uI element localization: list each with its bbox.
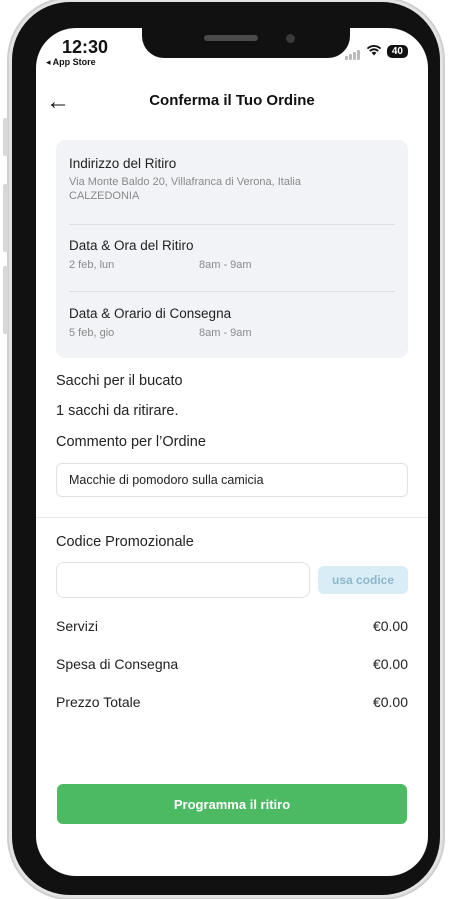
order-info-card: Indirizzo del Ritiro Via Monte Baldo 20,… [56, 140, 408, 358]
top-nav: ← Conferma il Tuo Ordine [36, 88, 428, 124]
bags-count: 1 sacchi da ritirare. [56, 403, 179, 419]
pickup-address-text: Via Monte Baldo 20, Villafranca di Veron… [69, 175, 395, 203]
order-comment-field[interactable]: Macchie di pomodoro sulla camicia [56, 463, 408, 497]
battery-icon: 40 [386, 44, 408, 58]
schedule-pickup-button[interactable]: Programma il ritiro [57, 784, 407, 824]
pickup-time-title: Data & Ora del Ritiro [69, 238, 194, 253]
front-camera [286, 34, 295, 43]
delivery-slot: 8am - 9am [199, 327, 252, 339]
app-screen: 12:30 ◂ App Store 40 ← Conferma il Tuo O… [36, 28, 428, 876]
speaker-grille [204, 35, 258, 41]
summary-label: Servizi [56, 618, 99, 634]
mute-switch [3, 118, 8, 156]
summary-value: €0.00 [372, 618, 408, 634]
device-notch [142, 28, 350, 58]
pickup-address-section: Indirizzo del Ritiro Via Monte Baldo 20,… [69, 156, 395, 203]
signal-icon [344, 42, 361, 60]
summary-value: €0.00 [372, 656, 408, 672]
page-title: Conferma il Tuo Ordine [149, 92, 315, 109]
apply-promo-button[interactable]: usa codice [318, 566, 408, 594]
status-time: 12:30 [62, 37, 109, 57]
delivery-time-section: Data & Orario di Consegna 5 feb, gio 8am… [69, 306, 395, 339]
summary-label: Spesa di Consegna [56, 656, 179, 672]
delivery-time-title: Data & Orario di Consegna [69, 306, 232, 321]
status-icons: 40 [344, 42, 408, 60]
bags-label: Sacchi per il bucato [56, 373, 183, 389]
delivery-time-row: 5 feb, gio 8am - 9am [69, 327, 395, 339]
summary-value: €0.00 [372, 694, 408, 710]
section-divider [36, 517, 428, 518]
volume-down-button [3, 266, 8, 334]
summary-label: Prezzo Totale [56, 694, 141, 710]
comment-label: Commento per l’Ordine [56, 434, 206, 450]
pickup-time-section: Data & Ora del Ritiro 2 feb, lun 8am - 9… [69, 238, 395, 271]
pickup-time-row: 2 feb, lun 8am - 9am [69, 259, 395, 271]
pickup-date: 2 feb, lun [69, 259, 115, 271]
summary-row-total: Prezzo Totale €0.00 [56, 694, 408, 710]
wifi-icon [366, 43, 382, 60]
delivery-date: 5 feb, gio [69, 327, 115, 339]
summary-row-services: Servizi €0.00 [56, 618, 408, 634]
pickup-address-line: Via Monte Baldo 20, Villafranca di Veron… [69, 176, 301, 188]
back-to-app-store[interactable]: ◂ App Store [46, 57, 96, 68]
volume-up-button [3, 184, 8, 252]
promo-label: Codice Promozionale [56, 534, 194, 550]
divider [69, 224, 395, 225]
pickup-address-title: Indirizzo del Ritiro [69, 156, 177, 171]
pickup-location-name: CALZEDONIA [69, 190, 140, 202]
summary-row-delivery: Spesa di Consegna €0.00 [56, 656, 408, 672]
promo-code-input[interactable] [56, 562, 310, 598]
pickup-slot: 8am - 9am [199, 259, 252, 271]
divider [69, 291, 395, 292]
